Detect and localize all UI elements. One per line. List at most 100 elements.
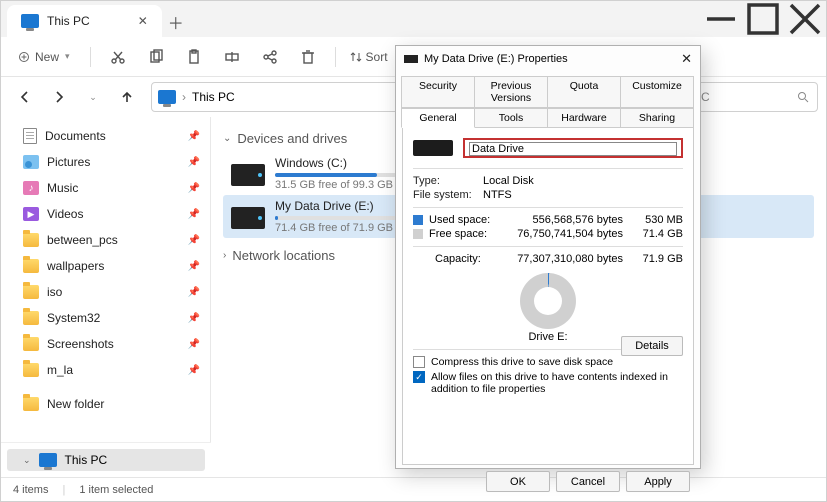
recent-button[interactable]: ⌄ xyxy=(77,83,109,111)
sidebar-item-new-folder[interactable]: New folder xyxy=(1,391,210,417)
sidebar-item-documents[interactable]: Documents📌 xyxy=(1,123,210,149)
pin-icon: 📌 xyxy=(188,183,200,194)
minimize-button[interactable] xyxy=(700,1,742,37)
tab-general[interactable]: General xyxy=(401,108,475,128)
tab-close-icon[interactable]: ✕ xyxy=(138,14,148,28)
drive-name-input[interactable] xyxy=(469,142,677,156)
maximize-button[interactable] xyxy=(742,1,784,37)
rename-button[interactable] xyxy=(215,42,249,72)
apply-button[interactable]: Apply xyxy=(626,471,690,492)
folder-icon xyxy=(23,259,39,273)
sidebar-item-m-la[interactable]: m_la📌 xyxy=(1,357,210,383)
chevron-down-icon: ⌄ xyxy=(223,133,231,144)
delete-button[interactable] xyxy=(291,42,325,72)
tab-security[interactable]: Security xyxy=(401,76,475,108)
sidebar: Documents📌 Pictures📌 ♪Music📌 ▶Videos📌 be… xyxy=(1,117,211,479)
titlebar: This PC ✕ ＋ xyxy=(1,1,826,37)
tab-customize[interactable]: Customize xyxy=(620,76,694,108)
sidebar-footer: ⌄ This PC xyxy=(1,442,211,477)
copy-button[interactable] xyxy=(139,42,173,72)
close-icon[interactable]: ✕ xyxy=(681,51,692,67)
checkbox-icon[interactable] xyxy=(413,356,425,368)
pin-icon: 📌 xyxy=(188,339,200,350)
breadcrumb[interactable]: This PC xyxy=(192,90,235,104)
index-option[interactable]: ✓Allow files on this drive to have conte… xyxy=(413,371,683,395)
tab-this-pc[interactable]: This PC ✕ xyxy=(7,5,162,37)
pin-icon: 📌 xyxy=(188,313,200,324)
cancel-button[interactable]: Cancel xyxy=(556,471,620,492)
plus-icon xyxy=(19,52,29,62)
pin-icon: 📌 xyxy=(188,131,200,142)
pc-icon xyxy=(158,90,176,104)
folder-icon xyxy=(23,397,39,411)
pc-icon xyxy=(39,453,57,467)
dialog-titlebar[interactable]: My Data Drive (E:) Properties ✕ xyxy=(396,46,700,72)
close-button[interactable] xyxy=(784,1,826,37)
tab-title: This PC xyxy=(47,14,90,28)
sidebar-item-videos[interactable]: ▶Videos📌 xyxy=(1,201,210,227)
pictures-icon xyxy=(23,155,39,169)
pin-icon: 📌 xyxy=(188,261,200,272)
free-swatch xyxy=(413,229,423,239)
checkbox-checked-icon[interactable]: ✓ xyxy=(413,371,425,383)
pin-icon: 📌 xyxy=(188,157,200,168)
paste-button[interactable] xyxy=(177,42,211,72)
sidebar-item-iso[interactable]: iso📌 xyxy=(1,279,210,305)
rename-icon xyxy=(224,49,240,65)
sidebar-item-system32[interactable]: System32📌 xyxy=(1,305,210,331)
pin-icon: 📌 xyxy=(188,235,200,246)
folder-icon xyxy=(23,311,39,325)
pin-icon: 📌 xyxy=(188,209,200,220)
music-icon: ♪ xyxy=(23,181,39,195)
folder-icon xyxy=(23,363,39,377)
status-items: 4 items xyxy=(13,484,48,496)
cut-button[interactable] xyxy=(101,42,135,72)
compress-option[interactable]: Compress this drive to save disk space xyxy=(413,356,683,368)
chevron-down-icon: ⌄ xyxy=(23,455,31,466)
chevron-down-icon: ▾ xyxy=(65,51,70,62)
share-button[interactable] xyxy=(253,42,287,72)
up-button[interactable] xyxy=(111,83,143,111)
folder-icon xyxy=(23,337,39,351)
ok-button[interactable]: OK xyxy=(486,471,550,492)
tab-quota[interactable]: Quota xyxy=(547,76,621,108)
drive-icon xyxy=(231,207,265,229)
explorer-window: This PC ✕ ＋ New ▾ Sort ⌄ xyxy=(0,0,827,502)
dialog-title: My Data Drive (E:) Properties xyxy=(424,53,568,65)
back-button[interactable] xyxy=(9,83,41,111)
pc-icon xyxy=(21,14,39,28)
tab-sharing[interactable]: Sharing xyxy=(620,108,694,128)
tab-previous-versions[interactable]: Previous Versions xyxy=(474,76,548,108)
properties-dialog: My Data Drive (E:) Properties ✕ Security… xyxy=(395,45,701,469)
details-button[interactable]: Details xyxy=(621,336,683,356)
sidebar-item-pictures[interactable]: Pictures📌 xyxy=(1,149,210,175)
drive-icon xyxy=(404,55,418,63)
sidebar-item-between-pcs[interactable]: between_pcs📌 xyxy=(1,227,210,253)
chevron-right-icon: › xyxy=(223,250,226,261)
new-tab-button[interactable]: ＋ xyxy=(162,7,190,37)
tab-hardware[interactable]: Hardware xyxy=(547,108,621,128)
drive-icon xyxy=(231,164,265,186)
trash-icon xyxy=(300,49,316,65)
folder-icon xyxy=(23,285,39,299)
pin-icon: 📌 xyxy=(188,287,200,298)
drive-icon xyxy=(413,140,453,156)
sidebar-item-wallpapers[interactable]: wallpapers📌 xyxy=(1,253,210,279)
search-icon xyxy=(797,91,809,103)
share-icon xyxy=(262,49,278,65)
scissors-icon xyxy=(110,49,126,65)
sidebar-item-screenshots[interactable]: Screenshots📌 xyxy=(1,331,210,357)
folder-icon xyxy=(23,233,39,247)
video-icon: ▶ xyxy=(23,207,39,221)
pin-icon: 📌 xyxy=(188,365,200,376)
new-button[interactable]: New ▾ xyxy=(9,46,80,68)
copy-icon xyxy=(148,49,164,65)
capacity-chart xyxy=(520,273,576,329)
sidebar-this-pc[interactable]: ⌄ This PC xyxy=(7,449,205,471)
tab-tools[interactable]: Tools xyxy=(474,108,548,128)
drive-name-highlight xyxy=(463,138,683,158)
forward-button[interactable] xyxy=(43,83,75,111)
sort-button[interactable]: Sort xyxy=(350,50,388,64)
sidebar-item-music[interactable]: ♪Music📌 xyxy=(1,175,210,201)
status-selected: 1 item selected xyxy=(79,484,153,496)
